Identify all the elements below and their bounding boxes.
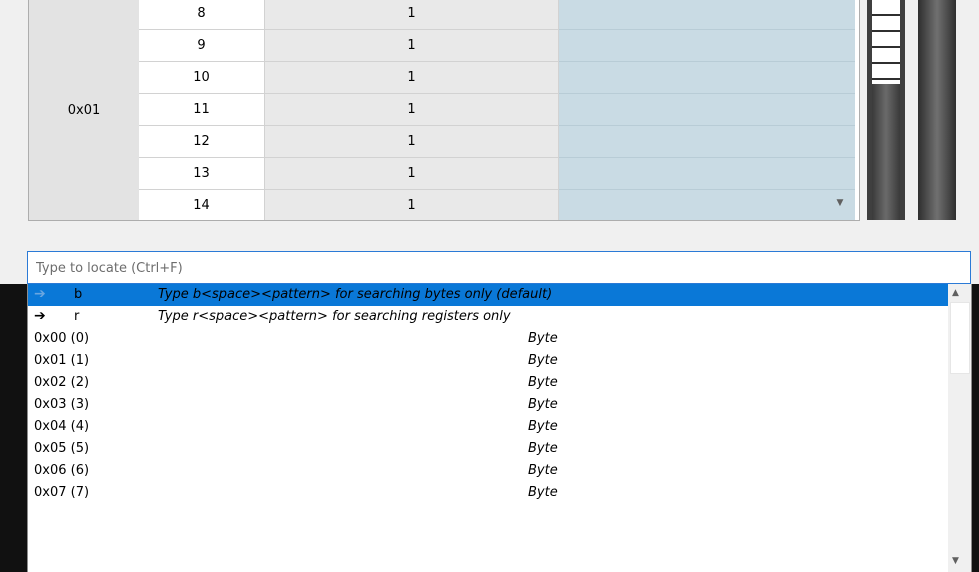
item-type: Byte [528,397,558,412]
list-item[interactable]: 0x06 (6) Byte [28,460,948,482]
item-type: Byte [528,353,558,368]
list-item[interactable]: 0x00 (0) Byte [28,328,948,350]
list-item[interactable]: 0x02 (2) Byte [28,372,948,394]
table-row[interactable]: 9 1 [139,30,859,62]
row-index: 12 [139,126,265,158]
row-bit-cell[interactable] [559,0,855,30]
dropdown-scrollbar[interactable]: ▲ ▼ [948,284,971,572]
row-value[interactable]: 1 [265,158,559,190]
item-type: Byte [528,485,558,500]
group-address-cell: 0x01 [29,0,140,220]
meter-segment [872,0,900,16]
arrow-right-icon: ➔ [34,286,46,302]
list-item[interactable]: 0x04 (4) Byte [28,416,948,438]
search-suggestions-dropdown: ➔ b Type b<space><pattern> for searching… [27,284,972,572]
list-item[interactable]: 0x05 (5) Byte [28,438,948,460]
row-bit-cell[interactable] [559,30,855,62]
hint-key: r [74,309,80,324]
row-value[interactable]: 1 [265,30,559,62]
hint-bytes-option[interactable]: ➔ b Type b<space><pattern> for searching… [28,284,948,306]
table-row[interactable]: 8 1 [139,0,859,30]
meter-segment [872,32,900,48]
list-item[interactable]: 0x07 (7) Byte [28,482,948,504]
row-index: 14 [139,190,265,220]
scrollbar-thumb[interactable] [950,302,970,374]
row-value[interactable]: 1 [265,126,559,158]
row-index: 9 [139,30,265,62]
meter-segment [872,48,900,64]
item-label: 0x07 (7) [34,485,90,500]
hint-text: Type b<space><pattern> for searching byt… [158,287,553,302]
row-index: 10 [139,62,265,94]
item-type: Byte [528,463,558,478]
row-bit-cell[interactable] [559,126,855,158]
row-value[interactable]: 1 [265,94,559,126]
table-row[interactable]: 14 1 [139,190,859,220]
item-type: Byte [528,375,558,390]
table-row[interactable]: 13 1 [139,158,859,190]
row-bit-cell[interactable] [559,190,855,220]
list-item[interactable]: 0x01 (1) Byte [28,350,948,372]
item-type: Byte [528,441,558,456]
chevron-up-icon[interactable]: ▲ [952,288,959,298]
level-meter-left [867,0,905,220]
row-value[interactable]: 1 [265,190,559,220]
list-item[interactable]: 0x03 (3) Byte [28,394,948,416]
item-label: 0x01 (1) [34,353,90,368]
register-panel: 0x01 8 1 9 1 10 1 11 1 12 1 13 1 14 1 ▼ [0,0,979,237]
chevron-down-icon[interactable]: ▼ [952,556,959,566]
item-label: 0x05 (5) [34,441,90,456]
row-bit-cell[interactable] [559,62,855,94]
hint-key: b [74,287,83,302]
arrow-right-icon: ➔ [34,308,46,324]
item-type: Byte [528,419,558,434]
row-index: 13 [139,158,265,190]
table-row[interactable]: 11 1 [139,94,859,126]
row-value[interactable]: 1 [265,62,559,94]
table-row[interactable]: 12 1 [139,126,859,158]
item-label: 0x06 (6) [34,463,90,478]
row-index: 8 [139,0,265,30]
search-input[interactable] [34,252,968,284]
item-type: Byte [528,331,558,346]
level-meter-right [918,0,956,220]
background-strip [0,284,27,572]
background-strip [972,284,979,572]
item-label: 0x00 (0) [34,331,90,346]
meter-fill [872,84,900,220]
hint-registers-option[interactable]: ➔ r Type r<space><pattern> for searching… [28,306,948,328]
chevron-down-icon[interactable]: ▼ [832,196,848,210]
table-row[interactable]: 10 1 [139,62,859,94]
item-label: 0x02 (2) [34,375,90,390]
row-value[interactable]: 1 [265,0,559,30]
row-index: 11 [139,94,265,126]
row-bit-cell[interactable] [559,94,855,126]
register-table: 0x01 8 1 9 1 10 1 11 1 12 1 13 1 14 1 [28,0,860,221]
meter-segment [872,16,900,32]
meter-segment [872,64,900,80]
item-label: 0x03 (3) [34,397,90,412]
item-label: 0x04 (4) [34,419,90,434]
row-bit-cell[interactable] [559,158,855,190]
hint-text: Type r<space><pattern> for searching reg… [158,309,511,324]
locate-search-box[interactable] [27,251,971,284]
